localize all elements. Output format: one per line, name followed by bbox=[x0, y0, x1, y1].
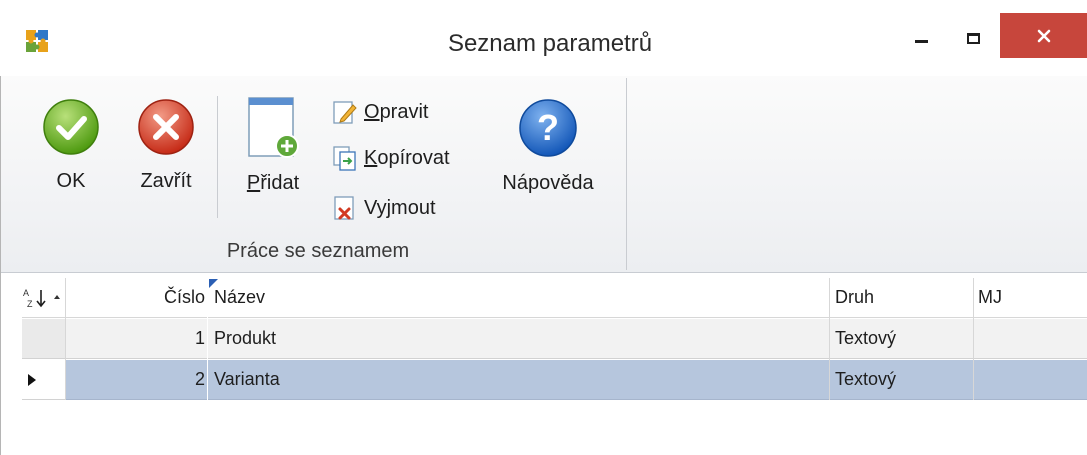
cell-type: Textový bbox=[830, 360, 973, 400]
new-document-icon bbox=[248, 97, 299, 158]
sort-column-header[interactable]: A Z bbox=[22, 278, 65, 318]
minimize-button[interactable] bbox=[898, 18, 944, 58]
copy-button[interactable]: Kopírovat bbox=[332, 143, 450, 173]
svg-text:A: A bbox=[23, 288, 29, 298]
add-label: Přidat bbox=[246, 172, 300, 194]
minimize-icon bbox=[914, 39, 928, 43]
column-header-unit[interactable]: MJ bbox=[974, 278, 1087, 318]
column-header-name[interactable]: Název bbox=[208, 278, 829, 318]
cell-unit bbox=[974, 360, 1087, 400]
help-circle-icon: ? bbox=[519, 99, 577, 157]
edit-button[interactable]: Opravit bbox=[332, 97, 428, 127]
row-indicator bbox=[22, 360, 65, 400]
x-circle-icon bbox=[138, 99, 194, 155]
copy-label: Kopírovat bbox=[364, 146, 450, 169]
edit-icon bbox=[333, 101, 357, 124]
sort-marker-icon bbox=[209, 279, 218, 288]
table-row[interactable]: 1 Produkt Textový bbox=[22, 319, 1087, 359]
ok-label: OK bbox=[56, 170, 86, 192]
ribbon-inner-separator bbox=[217, 96, 218, 218]
parameters-grid: A Z Číslo Název Druh MJ 1 Produkt Textov… bbox=[22, 278, 1087, 455]
cut-label: Vyjmout bbox=[364, 196, 436, 219]
ok-button[interactable]: OK bbox=[38, 98, 104, 208]
cut-icon bbox=[334, 196, 354, 220]
maximize-icon bbox=[966, 32, 980, 44]
edit-label: Opravit bbox=[364, 100, 429, 123]
svg-text:?: ? bbox=[537, 107, 559, 148]
cell-number: 2 bbox=[65, 360, 207, 400]
svg-text:Z: Z bbox=[27, 299, 33, 309]
row-indicator bbox=[22, 319, 65, 359]
column-header-number[interactable]: Číslo bbox=[65, 278, 207, 318]
help-label: Nápověda bbox=[502, 172, 594, 194]
maximize-button[interactable] bbox=[950, 18, 996, 58]
cut-button[interactable]: Vyjmout bbox=[332, 193, 436, 223]
table-row[interactable]: 2 Varianta Textový bbox=[22, 360, 1087, 400]
row-pointer-icon bbox=[28, 373, 36, 386]
ribbon-group-label: Práce se seznamem bbox=[226, 240, 410, 262]
column-separator bbox=[65, 278, 66, 400]
sort-az-icon: A Z bbox=[23, 288, 60, 309]
check-circle-icon bbox=[43, 99, 99, 155]
column-separator bbox=[829, 278, 830, 400]
close-icon bbox=[1037, 29, 1050, 42]
add-button[interactable]: Přidat bbox=[236, 96, 310, 208]
title-bar: Seznam parametrů bbox=[0, 0, 1087, 76]
window: Seznam parametrů OK Zavřít Přidat Opravi… bbox=[0, 0, 1087, 455]
cell-type: Textový bbox=[830, 319, 973, 359]
close-window-button[interactable] bbox=[1000, 13, 1087, 58]
column-separator bbox=[973, 278, 974, 400]
cell-name: Produkt bbox=[208, 319, 829, 359]
cell-name: Varianta bbox=[208, 360, 829, 400]
ribbon-group-separator bbox=[626, 78, 627, 270]
close-button[interactable]: Zavřít bbox=[128, 98, 204, 208]
close-label: Zavřít bbox=[140, 170, 192, 192]
help-button[interactable]: ? Nápověda bbox=[490, 98, 606, 208]
cell-unit bbox=[974, 319, 1087, 359]
cell-number: 1 bbox=[65, 319, 207, 359]
copy-icon bbox=[333, 146, 356, 171]
column-header-type[interactable]: Druh bbox=[830, 278, 973, 318]
